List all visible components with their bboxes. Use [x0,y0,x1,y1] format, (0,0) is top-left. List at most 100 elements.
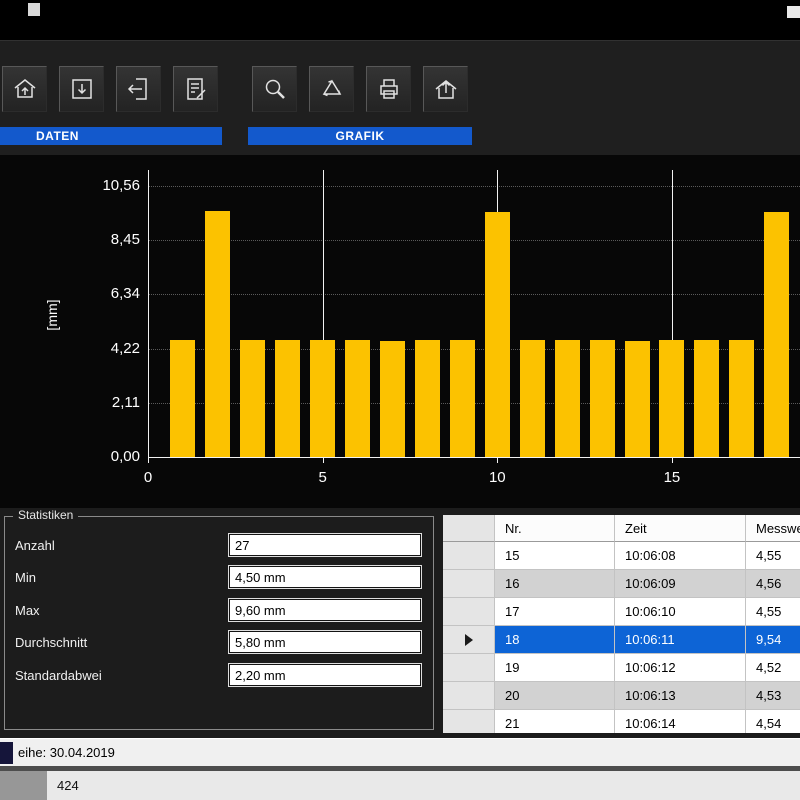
search-icon [262,76,288,102]
y-tick-label: 8,45 [80,231,140,249]
data-table[interactable]: Nr.ZeitMesswert1510:06:084,551610:06:094… [443,515,800,733]
titlebar [0,0,800,40]
min-field[interactable] [229,566,421,588]
x-tick-label: 10 [477,469,517,487]
zeit-cell: 10:06:11 [615,626,746,654]
zeit-cell: 10:06:10 [615,598,746,626]
row-selector[interactable] [443,570,495,598]
print-button[interactable] [366,66,411,112]
y-tick-label: 0,00 [80,448,140,466]
print-icon [376,76,402,102]
y-tick-label: 4,22 [80,340,140,358]
table-row[interactable]: 1610:06:094,56 [443,570,800,598]
column-header-nr[interactable]: Nr. [495,515,615,542]
table-row[interactable]: 1510:06:084,55 [443,542,800,570]
titlebar-icon [28,3,40,16]
standardabwei-field[interactable] [229,664,421,686]
x-tick-label: 15 [652,469,692,487]
messwert-cell: 4,53 [746,682,800,710]
bar [764,212,789,457]
toolbar-group-grafik: GRAFIK [248,127,472,145]
zeit-cell: 10:06:12 [615,654,746,682]
nr-cell: 20 [495,682,615,710]
export-button[interactable] [116,66,161,112]
max-field[interactable] [229,599,421,621]
titlebar-control[interactable] [787,6,800,18]
v-gridline [148,170,149,457]
nr-cell: 15 [495,542,615,570]
row-selector-header [443,515,495,542]
row-selector[interactable] [443,626,495,654]
nr-cell: 17 [495,598,615,626]
bar [520,340,545,457]
table-header: Nr.ZeitMesswert [443,515,800,542]
table-row[interactable]: 1710:06:104,55 [443,598,800,626]
table-row[interactable]: 2010:06:134,53 [443,682,800,710]
home-import-button[interactable] [2,66,47,112]
statistics-panel: Statistiken Anzahl Min Max Durchschnitt … [4,516,434,730]
search-button[interactable] [252,66,297,112]
bottom-status-bar: 424 [0,771,800,800]
table-row[interactable]: 1910:06:124,52 [443,654,800,682]
bar [450,340,475,457]
anzahl-field[interactable] [229,534,421,556]
h-gridline [148,294,800,295]
column-header-messwert[interactable]: Messwert [746,515,800,542]
bar [240,340,265,457]
durchschnitt-field[interactable] [229,631,421,653]
x-tick-label: 0 [128,469,168,487]
y-tick-label: 10,56 [80,177,140,195]
messwert-cell: 9,54 [746,626,800,654]
nr-cell: 19 [495,654,615,682]
bottom-status-text: 424 [57,771,79,800]
bar [590,340,615,457]
messwert-cell: 4,55 [746,598,800,626]
nr-cell: 21 [495,710,615,733]
bar [694,340,719,457]
report-icon [183,76,209,102]
messwert-cell: 4,54 [746,710,800,733]
table-row[interactable]: 2110:06:144,54 [443,710,800,733]
bar [555,340,580,457]
status-text: eihe: 30.04.2019 [18,739,115,767]
current-row-arrow-icon [465,634,473,646]
messwert-cell: 4,55 [746,542,800,570]
durchschnitt-label: Durchschnitt [15,635,87,650]
bar [625,341,650,457]
row-selector[interactable] [443,542,495,570]
h-gridline [148,240,800,241]
status-icon [0,742,13,764]
chart-plot: 0,002,114,226,348,4510,56051015 [0,155,800,508]
bar [485,212,510,457]
bar [729,340,754,457]
zeit-cell: 10:06:14 [615,710,746,733]
zeit-cell: 10:06:09 [615,570,746,598]
save-button[interactable] [59,66,104,112]
max-label: Max [15,603,40,618]
y-tick-label: 2,11 [80,394,140,412]
save-icon [69,76,95,102]
home-export-button[interactable] [423,66,468,112]
zeit-cell: 10:06:08 [615,542,746,570]
messwert-cell: 4,56 [746,570,800,598]
app-window: DATEN GRAFIK [mm] 0,002,114,226,348,4510… [0,0,800,800]
table-row[interactable]: 1810:06:119,54 [443,626,800,654]
report-button[interactable] [173,66,218,112]
min-label: Min [15,570,36,585]
anzahl-label: Anzahl [15,538,55,553]
bar [659,340,684,457]
messwert-cell: 4,52 [746,654,800,682]
home-import-icon [12,76,38,102]
home-export-icon [433,76,459,102]
bar [415,340,440,457]
row-selector[interactable] [443,654,495,682]
row-selector[interactable] [443,682,495,710]
bar [310,340,335,457]
chart: [mm] 0,002,114,226,348,4510,56051015 [0,155,800,508]
row-selector[interactable] [443,710,495,733]
toolbar-group-daten: DATEN [0,127,222,145]
row-selector[interactable] [443,598,495,626]
column-header-zeit[interactable]: Zeit [615,515,746,542]
zeit-cell: 10:06:13 [615,682,746,710]
recycle-button[interactable] [309,66,354,112]
